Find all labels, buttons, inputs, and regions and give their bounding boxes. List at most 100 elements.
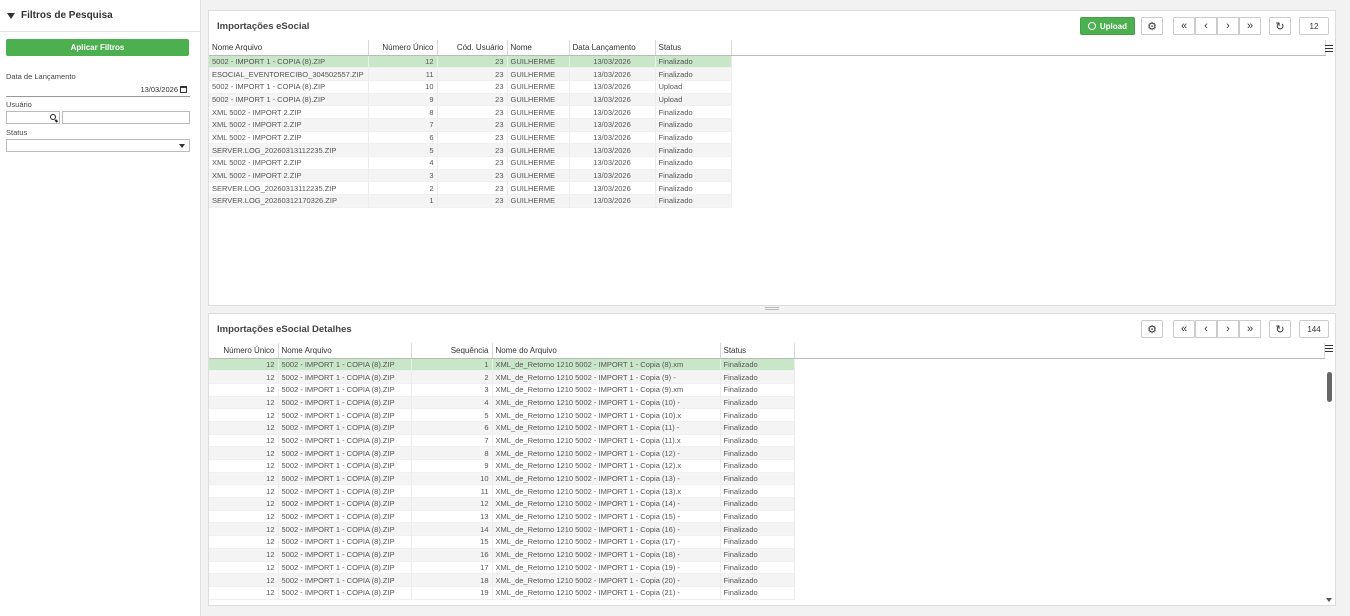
column-header[interactable]: Nome Arquivo bbox=[209, 40, 369, 56]
apply-filters-button[interactable]: Aplicar Filtros bbox=[6, 39, 189, 56]
last-page-button[interactable]: » bbox=[1239, 17, 1261, 35]
table-cell: GUILHERME bbox=[507, 93, 570, 107]
table-row[interactable]: 12 5002 - IMPORT 1 - COPIA (8).ZIP 4 XML_de… bbox=[209, 396, 1324, 410]
table-row[interactable]: 5002 - IMPORT 1 - COPIA (8).ZIP 10 23 GUILH… bbox=[209, 80, 1325, 94]
table-cell-empty bbox=[794, 484, 1324, 498]
column-header[interactable]: Número Único bbox=[368, 40, 438, 56]
table-cell: XML_de_Retorno 1210 5002 - IMPORT 1 - Co… bbox=[492, 535, 721, 549]
table-cell: 19 bbox=[411, 586, 493, 600]
table-cell: Finalizado bbox=[720, 484, 795, 499]
table-row[interactable]: 12 5002 - IMPORT 1 - COPIA (8).ZIP 12 XML_d… bbox=[209, 497, 1324, 511]
column-header[interactable]: Nome bbox=[507, 40, 570, 56]
table-row[interactable]: 12 5002 - IMPORT 1 - COPIA (8).ZIP 17 XML_d… bbox=[209, 561, 1324, 575]
refresh-button[interactable]: ↻ bbox=[1269, 17, 1291, 35]
user-code-input[interactable] bbox=[6, 111, 60, 124]
table-row[interactable]: XML 5002 - IMPORT 2.ZIP 8 23 GUILHERME 13/03… bbox=[209, 105, 1325, 119]
table-row[interactable]: ESOCIAL_EVENTORECIBO_304502557.ZIP 11 23 GU… bbox=[209, 67, 1325, 81]
table-row[interactable]: 12 5002 - IMPORT 1 - COPIA (8).ZIP 13 XML_d… bbox=[209, 510, 1324, 524]
table-row[interactable]: 12 5002 - IMPORT 1 - COPIA (8).ZIP 2 XML_de… bbox=[209, 370, 1324, 384]
table-row[interactable]: 12 5002 - IMPORT 1 - COPIA (8).ZIP 5 XML_de… bbox=[209, 408, 1324, 422]
vertical-scrollbar[interactable] bbox=[1326, 358, 1333, 602]
table-cell: 12 bbox=[209, 561, 279, 575]
table-cell: Finalizado bbox=[720, 586, 795, 600]
table-cell: Finalizado bbox=[720, 358, 795, 372]
table-cell: SERVER.LOG_20260313112235.ZIP bbox=[209, 143, 369, 157]
table-cell: 23 bbox=[437, 55, 508, 69]
calendar-icon[interactable] bbox=[180, 86, 187, 93]
table-row[interactable]: 12 5002 - IMPORT 1 - COPIA (8).ZIP 16 XML_d… bbox=[209, 548, 1324, 562]
table-row[interactable]: XML 5002 - IMPORT 2.ZIP 6 23 GUILHERME 13/03… bbox=[209, 131, 1325, 145]
table-row[interactable]: XML 5002 - IMPORT 2.ZIP 4 23 GUILHERME 13/03… bbox=[209, 156, 1325, 170]
last-page-icon: » bbox=[1246, 323, 1254, 335]
table-cell: XML_de_Retorno 1210 5002 - IMPORT 1 - Co… bbox=[492, 434, 721, 448]
table-cell: Finalizado bbox=[720, 370, 795, 384]
table-cell: 5002 - IMPORT 1 - COPIA (8).ZIP bbox=[278, 446, 412, 460]
scroll-thumb[interactable] bbox=[1327, 372, 1332, 402]
next-page-button[interactable]: › bbox=[1217, 320, 1239, 338]
table-cell: 13/03/2026 bbox=[569, 169, 656, 183]
table-cell: XML_de_Retorno 1210 5002 - IMPORT 1 - Co… bbox=[492, 573, 721, 587]
panel-splitter[interactable] bbox=[765, 307, 779, 310]
column-header[interactable]: Status bbox=[720, 343, 795, 359]
table-row[interactable]: 12 5002 - IMPORT 1 - COPIA (8).ZIP 9 XML_de… bbox=[209, 459, 1324, 473]
table-row[interactable]: 5002 - IMPORT 1 - COPIA (8).ZIP 9 23 GUILHE… bbox=[209, 93, 1325, 107]
column-header[interactable]: Data Lançamento bbox=[569, 40, 656, 56]
table-row[interactable]: 12 5002 - IMPORT 1 - COPIA (8).ZIP 10 XML_d… bbox=[209, 472, 1324, 486]
table-cell: 18 bbox=[411, 573, 493, 587]
table-row[interactable]: 12 5002 - IMPORT 1 - COPIA (8).ZIP 3 XML_de… bbox=[209, 383, 1324, 397]
table-cell: Upload bbox=[655, 80, 732, 94]
table-row[interactable]: 12 5002 - IMPORT 1 - COPIA (8).ZIP 18 XML_d… bbox=[209, 573, 1324, 587]
table-row[interactable]: 12 5002 - IMPORT 1 - COPIA (8).ZIP 15 XML_d… bbox=[209, 535, 1324, 549]
table-row[interactable]: 5002 - IMPORT 1 - COPIA (8).ZIP 12 23 GUILH… bbox=[209, 55, 1325, 69]
table-row[interactable]: 12 5002 - IMPORT 1 - COPIA (8).ZIP 14 XML_d… bbox=[209, 522, 1324, 537]
first-page-button[interactable]: « bbox=[1173, 320, 1195, 338]
table-cell: 5002 - IMPORT 1 - COPIA (8).ZIP bbox=[278, 586, 412, 600]
menu-icon[interactable] bbox=[1325, 345, 1333, 352]
gear-icon: ⚙ bbox=[1147, 20, 1157, 33]
table-row[interactable]: SERVER.LOG_20260313112235.ZIP 2 23 GUILHERM… bbox=[209, 181, 1325, 196]
table-cell: Finalizado bbox=[720, 561, 795, 575]
table-row[interactable]: 12 5002 - IMPORT 1 - COPIA (8).ZIP 8 XML_de… bbox=[209, 446, 1324, 460]
table-cell: 5002 - IMPORT 1 - COPIA (8).ZIP bbox=[278, 522, 412, 537]
search-icon[interactable] bbox=[50, 114, 56, 120]
prev-page-button[interactable]: ‹ bbox=[1195, 320, 1217, 338]
table-cell-empty bbox=[794, 510, 1324, 523]
upload-button[interactable]: Upload bbox=[1079, 17, 1135, 35]
settings-button[interactable]: ⚙ bbox=[1141, 17, 1163, 35]
table-cell: XML_de_Retorno 1210 5002 - IMPORT 1 - Co… bbox=[492, 408, 721, 422]
first-page-button[interactable]: « bbox=[1173, 17, 1195, 35]
column-header[interactable]: Número Único bbox=[209, 343, 279, 359]
table-row[interactable]: XML 5002 - IMPORT 2.ZIP 3 23 GUILHERME 13/03… bbox=[209, 169, 1325, 183]
table-row[interactable]: SERVER.LOG_20260312170326.ZIP 1 23 GUILHERM… bbox=[209, 194, 1325, 208]
refresh-button[interactable]: ↻ bbox=[1269, 320, 1291, 338]
column-header[interactable]: Status bbox=[655, 40, 732, 56]
table-row[interactable]: 12 5002 - IMPORT 1 - COPIA (8).ZIP 19 XML_d… bbox=[209, 586, 1324, 600]
table-row[interactable]: XML 5002 - IMPORT 2.ZIP 7 23 GUILHERME 13/03… bbox=[209, 118, 1325, 132]
user-name-input[interactable] bbox=[62, 111, 190, 124]
filters-title: Filtros de Pesquisa bbox=[21, 10, 113, 21]
prev-page-button[interactable]: ‹ bbox=[1195, 17, 1217, 35]
scroll-down-icon[interactable] bbox=[1326, 598, 1332, 602]
last-page-button[interactable]: » bbox=[1239, 320, 1261, 338]
column-header[interactable]: Nome do Arquivo bbox=[492, 343, 721, 359]
table-cell-empty bbox=[731, 67, 1325, 81]
table-cell: GUILHERME bbox=[507, 80, 570, 94]
filters-header[interactable]: Filtros de Pesquisa bbox=[0, 0, 200, 32]
table-row[interactable]: 12 5002 - IMPORT 1 - COPIA (8).ZIP 6 XML_de… bbox=[209, 421, 1324, 435]
column-header[interactable]: Cód. Usuário bbox=[437, 40, 508, 56]
table-cell: 13/03/2026 bbox=[569, 143, 656, 157]
column-header[interactable]: Nome Arquivo bbox=[278, 343, 412, 359]
table-row[interactable]: SERVER.LOG_20260313112235.ZIP 5 23 GUILHERM… bbox=[209, 143, 1325, 157]
table-row[interactable]: 12 5002 - IMPORT 1 - COPIA (8).ZIP 11 XML_d… bbox=[209, 484, 1324, 499]
table-row[interactable]: 12 5002 - IMPORT 1 - COPIA (8).ZIP 7 XML_de… bbox=[209, 434, 1324, 448]
imports-body: 5002 - IMPORT 1 - COPIA (8).ZIP 12 23 GUILH… bbox=[209, 55, 1325, 208]
status-select[interactable] bbox=[6, 139, 190, 152]
table-cell: 13/03/2026 bbox=[569, 67, 656, 81]
settings-button[interactable]: ⚙ bbox=[1141, 320, 1163, 338]
next-page-button[interactable]: › bbox=[1217, 17, 1239, 35]
table-cell-empty bbox=[731, 169, 1325, 182]
table-row[interactable]: 12 5002 - IMPORT 1 - COPIA (8).ZIP 1 XML_de… bbox=[209, 358, 1324, 372]
menu-icon[interactable] bbox=[1325, 45, 1333, 52]
date-field[interactable]: 13/03/2026 bbox=[6, 83, 190, 97]
column-header[interactable]: Sequência bbox=[411, 343, 493, 359]
